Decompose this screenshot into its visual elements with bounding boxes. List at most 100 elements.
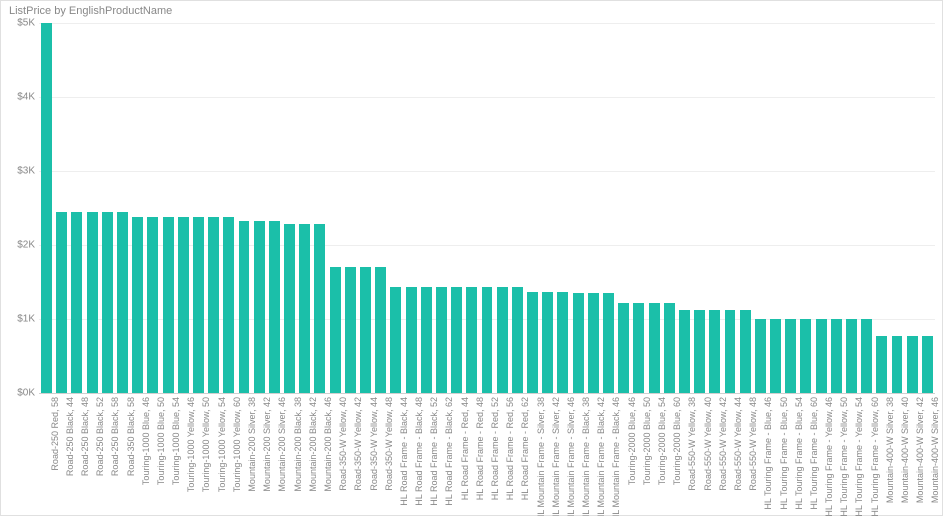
x-axis-label: HL Road Frame - Red, 44 bbox=[460, 397, 470, 500]
bar[interactable] bbox=[740, 310, 751, 393]
bar[interactable] bbox=[132, 217, 143, 393]
x-axis-label: HL Touring Frame - Blue, 54 bbox=[794, 397, 804, 510]
bar[interactable] bbox=[892, 336, 903, 393]
x-axis-label: Touring-1000 Yellow, 54 bbox=[217, 397, 227, 492]
bar[interactable] bbox=[299, 224, 310, 393]
bar[interactable] bbox=[284, 224, 295, 393]
bar[interactable] bbox=[390, 287, 401, 393]
bar[interactable] bbox=[254, 221, 265, 393]
x-axis-label: Touring-2000 Blue, 60 bbox=[672, 397, 682, 485]
x-axis-label: Road-250 Black, 48 bbox=[80, 397, 90, 476]
x-axis-label: HL Mountain Frame - Silver, 42 bbox=[551, 397, 561, 516]
x-axis-label: Mountain-400-W Silver, 38 bbox=[885, 397, 895, 503]
bar[interactable] bbox=[664, 303, 675, 393]
bar[interactable] bbox=[649, 303, 660, 393]
bar[interactable] bbox=[451, 287, 462, 393]
x-axis-label: Road-250 Black, 58 bbox=[110, 397, 120, 476]
bar[interactable] bbox=[800, 319, 811, 393]
x-axis-label: HL Touring Frame - Yellow, 50 bbox=[839, 397, 849, 516]
bar[interactable] bbox=[876, 336, 887, 393]
x-axis-label: HL Touring Frame - Blue, 46 bbox=[763, 397, 773, 510]
x-axis-label: Mountain-400-W Silver, 46 bbox=[930, 397, 940, 503]
bar[interactable] bbox=[831, 319, 842, 393]
bar[interactable] bbox=[239, 221, 250, 393]
bar[interactable] bbox=[314, 224, 325, 393]
y-axis-tick: $0K bbox=[17, 388, 35, 399]
bar[interactable] bbox=[208, 217, 219, 393]
bar[interactable] bbox=[497, 287, 508, 393]
y-axis-tick: $3K bbox=[17, 166, 35, 177]
bar[interactable] bbox=[512, 287, 523, 393]
bar[interactable] bbox=[527, 292, 538, 393]
x-axis-label: Touring-2000 Blue, 54 bbox=[657, 397, 667, 485]
bar[interactable] bbox=[421, 287, 432, 393]
x-axis-label: Road-250 Black, 44 bbox=[65, 397, 75, 476]
bar[interactable] bbox=[375, 267, 386, 393]
bar[interactable] bbox=[573, 293, 584, 393]
x-axis-label: Touring-1000 Blue, 50 bbox=[156, 397, 166, 485]
chart-title: ListPrice by EnglishProductName bbox=[9, 5, 172, 17]
x-axis-label: Road-250 Red, 58 bbox=[50, 397, 60, 471]
x-axis-label: Touring-1000 Blue, 46 bbox=[141, 397, 151, 485]
bar[interactable] bbox=[163, 217, 174, 393]
bar[interactable] bbox=[87, 212, 98, 393]
bar[interactable] bbox=[785, 319, 796, 393]
bar[interactable] bbox=[542, 292, 553, 393]
x-axis-labels: Road-250 Red, 58 Road-250 Black, 44 Road-2… bbox=[39, 395, 935, 513]
bar[interactable] bbox=[922, 336, 933, 393]
bar[interactable] bbox=[846, 319, 857, 393]
gridline bbox=[39, 393, 935, 394]
bar[interactable] bbox=[117, 212, 128, 393]
bar[interactable] bbox=[694, 310, 705, 393]
bar[interactable] bbox=[861, 319, 872, 393]
bar[interactable] bbox=[770, 319, 781, 393]
bar[interactable] bbox=[603, 293, 614, 393]
bar[interactable] bbox=[725, 310, 736, 393]
x-axis-label: Touring-1000 Yellow, 60 bbox=[232, 397, 242, 492]
bar[interactable] bbox=[56, 212, 67, 393]
bar[interactable] bbox=[709, 310, 720, 393]
x-axis-label: Mountain-200 Silver, 38 bbox=[247, 397, 257, 492]
x-axis-label: HL Road Frame - Black, 62 bbox=[444, 397, 454, 506]
bar[interactable] bbox=[618, 303, 629, 393]
x-axis-label: HL Road Frame - Red, 56 bbox=[505, 397, 515, 500]
chart-container: ListPrice by EnglishProductName $0K$1K$2… bbox=[0, 0, 943, 516]
x-axis-label: Mountain-200 Silver, 46 bbox=[277, 397, 287, 492]
x-axis-label: HL Mountain Frame - Silver, 46 bbox=[566, 397, 576, 516]
x-axis-label: HL Touring Frame - Yellow, 60 bbox=[870, 397, 880, 516]
bar[interactable] bbox=[330, 267, 341, 393]
bar[interactable] bbox=[71, 212, 82, 393]
bar[interactable] bbox=[41, 23, 52, 393]
bar[interactable] bbox=[588, 293, 599, 393]
x-axis-label: Mountain-400-W Silver, 40 bbox=[900, 397, 910, 503]
bar[interactable] bbox=[907, 336, 918, 393]
x-axis-label: Road-550-W Yellow, 42 bbox=[718, 397, 728, 491]
bar[interactable] bbox=[633, 303, 644, 393]
bar[interactable] bbox=[482, 287, 493, 393]
bar[interactable] bbox=[223, 217, 234, 393]
x-axis-label: Road-350-W Yellow, 42 bbox=[353, 397, 363, 491]
bar[interactable] bbox=[345, 267, 356, 393]
bar[interactable] bbox=[406, 287, 417, 393]
y-axis-tick: $4K bbox=[17, 92, 35, 103]
bar[interactable] bbox=[360, 267, 371, 393]
bar[interactable] bbox=[147, 217, 158, 393]
y-axis-tick: $2K bbox=[17, 240, 35, 251]
bar[interactable] bbox=[679, 310, 690, 393]
bar[interactable] bbox=[193, 217, 204, 393]
x-axis-label: Road-350-W Yellow, 40 bbox=[338, 397, 348, 491]
x-axis-label: HL Mountain Frame - Silver, 38 bbox=[536, 397, 546, 516]
bar[interactable] bbox=[436, 287, 447, 393]
bar[interactable] bbox=[178, 217, 189, 393]
x-axis-label: Road-350-W Yellow, 48 bbox=[384, 397, 394, 491]
x-axis-label: Road-550-W Yellow, 48 bbox=[748, 397, 758, 491]
bar[interactable] bbox=[102, 212, 113, 393]
bar[interactable] bbox=[557, 292, 568, 393]
x-axis-label: HL Road Frame - Black, 52 bbox=[429, 397, 439, 506]
bar[interactable] bbox=[755, 319, 766, 393]
bar[interactable] bbox=[816, 319, 827, 393]
x-axis-label: Mountain-400-W Silver, 42 bbox=[915, 397, 925, 503]
x-axis-label: Touring-1000 Yellow, 46 bbox=[186, 397, 196, 492]
bar[interactable] bbox=[269, 221, 280, 393]
bar[interactable] bbox=[466, 287, 477, 393]
